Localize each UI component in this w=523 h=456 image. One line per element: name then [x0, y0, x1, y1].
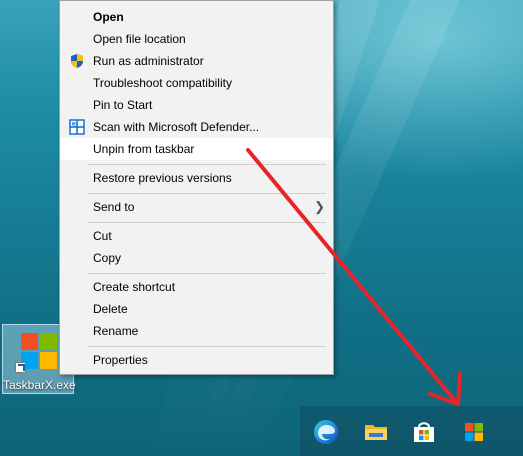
- menu-separator: [88, 164, 326, 165]
- menu-item-label: Run as administrator: [93, 54, 204, 68]
- chevron-right-icon: ❯: [314, 199, 325, 214]
- file-explorer-icon[interactable]: [362, 418, 390, 446]
- menu-item-label: Open: [93, 10, 124, 24]
- menu-item-unpin-from-taskbar[interactable]: Unpin from taskbar: [60, 138, 333, 160]
- menu-item-restore-previous-versions[interactable]: Restore previous versions: [60, 167, 333, 189]
- defender-icon: [69, 119, 85, 135]
- menu-item-open-file-location[interactable]: Open file location: [60, 28, 333, 50]
- menu-item-label: Send to: [93, 200, 135, 214]
- menu-item-label: Copy: [93, 251, 122, 265]
- menu-item-label: Unpin from taskbar: [93, 142, 195, 156]
- taskbarx-logo-icon: [21, 333, 57, 369]
- taskbar: [300, 406, 523, 456]
- microsoft-store-icon[interactable]: [410, 418, 438, 446]
- context-menu: Open Open file location Run as administr…: [59, 0, 334, 375]
- menu-item-copy[interactable]: Copy: [60, 247, 333, 269]
- desktop-shortcut-label: TaskbarX.exe: [3, 378, 76, 392]
- menu-item-rename[interactable]: Rename: [60, 320, 333, 342]
- menu-item-label: Pin to Start: [93, 98, 153, 112]
- menu-separator: [88, 273, 326, 274]
- menu-item-open[interactable]: Open: [60, 6, 333, 28]
- menu-separator: [88, 346, 326, 347]
- menu-item-label: Delete: [93, 302, 128, 316]
- menu-item-cut[interactable]: Cut: [60, 225, 333, 247]
- menu-item-send-to[interactable]: Send to ❯: [60, 196, 333, 218]
- menu-item-label: Restore previous versions: [93, 171, 232, 185]
- menu-item-scan-with-defender[interactable]: Scan with Microsoft Defender...: [60, 116, 333, 138]
- menu-item-label: Troubleshoot compatibility: [93, 76, 232, 90]
- menu-item-label: Properties: [93, 353, 148, 367]
- menu-item-create-shortcut[interactable]: Create shortcut: [60, 276, 333, 298]
- edge-icon[interactable]: [312, 418, 340, 446]
- menu-item-troubleshoot-compatibility[interactable]: Troubleshoot compatibility: [60, 72, 333, 94]
- menu-item-label: Cut: [93, 229, 112, 243]
- menu-item-properties[interactable]: Properties: [60, 349, 333, 371]
- menu-item-label: Rename: [93, 324, 139, 338]
- menu-separator: [88, 222, 326, 223]
- menu-item-label: Create shortcut: [93, 280, 176, 294]
- menu-item-label: Open file location: [93, 32, 186, 46]
- shortcut-arrow-icon: [15, 362, 26, 373]
- menu-item-delete[interactable]: Delete: [60, 298, 333, 320]
- uac-shield-icon: [71, 54, 83, 68]
- taskbarx-icon[interactable]: [460, 418, 488, 446]
- menu-separator: [88, 193, 326, 194]
- menu-item-label: Scan with Microsoft Defender...: [93, 120, 260, 134]
- menu-item-pin-to-start[interactable]: Pin to Start: [60, 94, 333, 116]
- menu-item-run-as-administrator[interactable]: Run as administrator: [60, 50, 333, 72]
